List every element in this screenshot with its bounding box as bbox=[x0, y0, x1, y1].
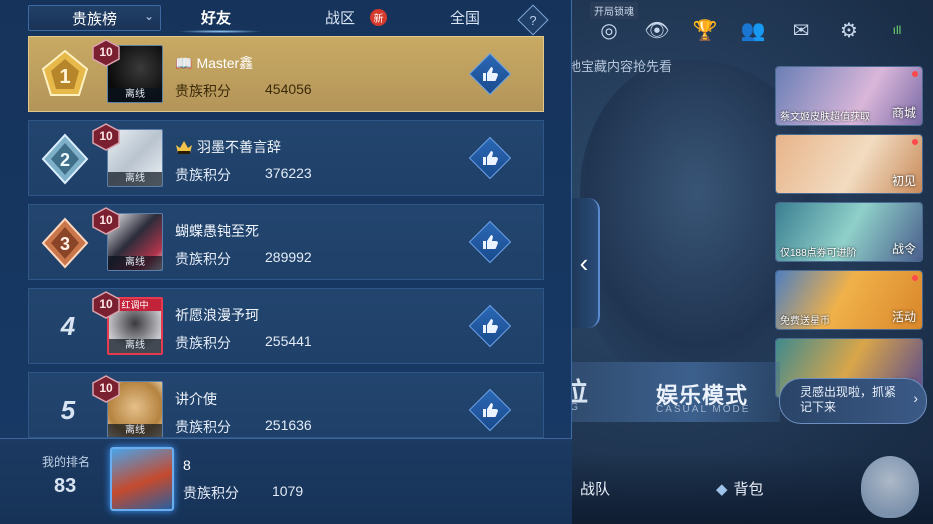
mode-banner[interactable]: 位 NG 娱乐模式 CASUAL MODE bbox=[560, 362, 780, 422]
notification-dot bbox=[912, 275, 918, 281]
svg-text:1: 1 bbox=[59, 66, 70, 88]
thumbs-up-icon bbox=[476, 396, 504, 424]
book-icon: 📖 bbox=[175, 54, 193, 71]
my-rank-bar: 我的排名 83 8 贵族积分 1079 bbox=[0, 438, 572, 524]
news-ticker[interactable]: 地宝藏内容抢先看 bbox=[560, 56, 672, 75]
help-icon: ? bbox=[529, 12, 537, 28]
side-card-shop[interactable]: 蔡文姬皮肤超值获取 商城 bbox=[775, 66, 923, 126]
thumbs-up-icon bbox=[476, 60, 504, 88]
leaderboard-panel: 贵族榜 ⌄ 好友 战区 新 全国 ? 1 离线 10 📖 Master鑫 贵族积… bbox=[0, 0, 572, 524]
my-score-value: 1079 bbox=[272, 483, 304, 499]
leaderboard-row[interactable]: 5 离线 10 讲介使 贵族积分 251636 bbox=[28, 372, 544, 438]
like-button[interactable] bbox=[468, 304, 512, 348]
score-value: 251636 bbox=[265, 417, 312, 433]
side-card-first-look[interactable]: 初见 bbox=[775, 134, 923, 194]
player-name: 祈愿浪漫予珂 bbox=[175, 307, 259, 323]
tab-region[interactable]: 战区 bbox=[300, 7, 380, 28]
player-name: 讲介使 bbox=[175, 391, 217, 407]
side-card-battle-pass[interactable]: 仅188点券可进阶 战令 bbox=[775, 202, 923, 262]
mail-icon[interactable]: ✉ bbox=[788, 17, 814, 43]
score-label: 贵族积分 bbox=[175, 335, 231, 351]
collapse-panel-button[interactable]: ‹ bbox=[570, 198, 600, 328]
wifi-icon: ıll bbox=[892, 23, 902, 37]
score-value: 454056 bbox=[265, 81, 312, 97]
side-cards: 蔡文姬皮肤超值获取 商城 初见 仅188点券可进阶 战令 免费送星币 活动 礼册 bbox=[775, 66, 923, 398]
my-name: 8 bbox=[183, 457, 191, 473]
svip-crown-icon bbox=[176, 141, 192, 154]
player-name: 羽墨不善言辞 bbox=[175, 137, 281, 157]
tab-friends[interactable]: 好友 bbox=[176, 7, 256, 28]
rank-type-select[interactable]: 贵族榜 ⌄ bbox=[28, 5, 161, 31]
score-value: 376223 bbox=[265, 165, 312, 181]
thumbs-up-icon bbox=[476, 228, 504, 256]
my-score-label: 贵族积分 bbox=[183, 485, 239, 501]
game-lobby-background: 开局锁魂 ◎ 👁 🏆 👥 ✉ ⚙ ıll 地宝藏内容抢先看 蔡文姬皮肤超值获取 … bbox=[560, 0, 933, 524]
like-button[interactable] bbox=[468, 388, 512, 432]
active-tab-indicator bbox=[180, 30, 260, 33]
like-button[interactable] bbox=[468, 136, 512, 180]
player-name: 蝴蝶愚钝至死 bbox=[175, 223, 259, 239]
my-avatar[interactable] bbox=[110, 447, 174, 511]
friends-icon[interactable]: 👥 bbox=[740, 17, 766, 43]
target-icon[interactable]: ◎ bbox=[596, 17, 622, 43]
trophy-icon[interactable]: 🏆 bbox=[692, 17, 718, 43]
team-button[interactable]: 战队 bbox=[580, 478, 610, 499]
rank-number: 5 bbox=[60, 395, 76, 425]
like-button[interactable] bbox=[468, 220, 512, 264]
leaderboard-tabbar: 贵族榜 ⌄ 好友 战区 新 全国 ? bbox=[0, 0, 572, 36]
backpack-icon: ◆ bbox=[716, 480, 728, 498]
chevron-right-icon: › bbox=[913, 390, 918, 406]
mascot-icon[interactable] bbox=[861, 456, 919, 518]
notification-dot bbox=[912, 139, 918, 145]
leaderboard-row[interactable]: 4 红调中 离线 10 祈愿浪漫予珂 贵族积分 255441 bbox=[28, 288, 544, 364]
rank-number: 4 bbox=[60, 311, 76, 341]
leaderboard-row[interactable]: 2 离线 10 羽墨不善言辞 贵族积分 376223 bbox=[28, 120, 544, 196]
my-rank-number: 83 bbox=[54, 475, 77, 497]
chevron-left-icon: ‹ bbox=[579, 247, 589, 278]
leaderboard-row[interactable]: 3 离线 10 蝴蝶愚钝至死 贵族积分 289992 bbox=[28, 204, 544, 280]
bronze-medal-icon: 3 bbox=[41, 217, 89, 269]
tip-bubble[interactable]: 灵感出现啦，抓紧记下来 › bbox=[779, 378, 927, 424]
thumbs-up-icon bbox=[476, 144, 504, 172]
svg-text:3: 3 bbox=[60, 234, 70, 254]
gold-medal-icon: 1 bbox=[41, 49, 89, 96]
score-label: 贵族积分 bbox=[175, 251, 231, 267]
notification-dot bbox=[912, 71, 918, 77]
help-button[interactable]: ? bbox=[517, 4, 549, 36]
player-name: 📖 Master鑫 bbox=[175, 54, 254, 72]
new-badge: 新 bbox=[370, 9, 387, 26]
chevron-down-icon: ⌄ bbox=[143, 9, 154, 23]
thumbs-up-icon bbox=[476, 312, 504, 340]
score-label: 贵族积分 bbox=[175, 167, 231, 183]
leaderboard-row[interactable]: 1 离线 10 📖 Master鑫 贵族积分 454056 bbox=[28, 36, 544, 112]
score-value: 255441 bbox=[265, 333, 312, 349]
backpack-button[interactable]: ◆ 背包 bbox=[716, 478, 764, 499]
gear-icon[interactable]: ⚙ bbox=[836, 17, 862, 43]
score-value: 289992 bbox=[265, 249, 312, 265]
side-card-activity[interactable]: 免费送星币 活动 bbox=[775, 270, 923, 330]
tab-national[interactable]: 全国 bbox=[425, 7, 505, 28]
my-rank-label: 我的排名 bbox=[42, 455, 91, 469]
like-button[interactable] bbox=[468, 52, 512, 96]
eye-icon[interactable]: 👁 bbox=[644, 17, 670, 43]
svg-text:2: 2 bbox=[60, 150, 70, 170]
silver-medal-icon: 2 bbox=[41, 133, 89, 185]
score-label: 贵族积分 bbox=[175, 83, 231, 99]
top-icon-bar: ◎ 👁 🏆 👥 ✉ ⚙ ıll bbox=[570, 10, 933, 50]
score-label: 贵族积分 bbox=[175, 419, 231, 435]
